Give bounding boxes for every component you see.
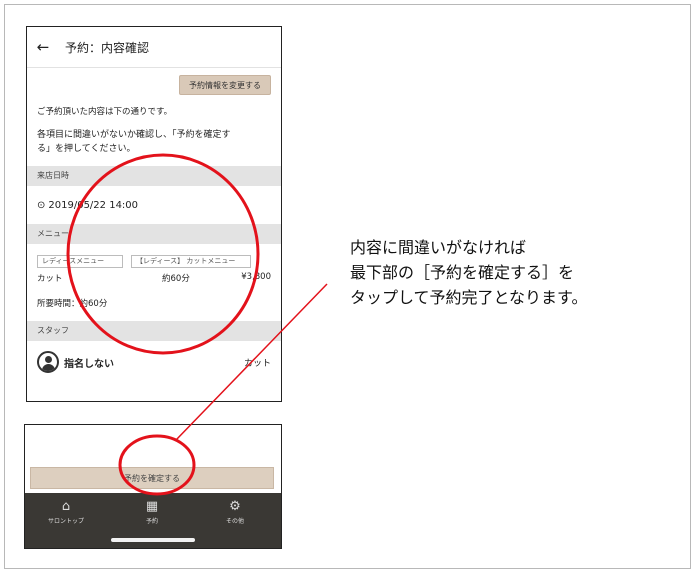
highlight-circle-bottom	[118, 434, 196, 496]
callout-line	[175, 283, 328, 441]
caption-line-3: タップして予約完了となります。	[350, 288, 588, 307]
annotation-caption: 内容に間違いがなければ 最下部の［予約を確定する］を タップして予約完了となりま…	[350, 235, 587, 310]
caption-line-2: 最下部の［予約を確定する］を	[350, 263, 575, 282]
caption-line-1: 内容に間違いがなければ	[350, 238, 527, 257]
highlight-circle-top	[66, 153, 260, 355]
